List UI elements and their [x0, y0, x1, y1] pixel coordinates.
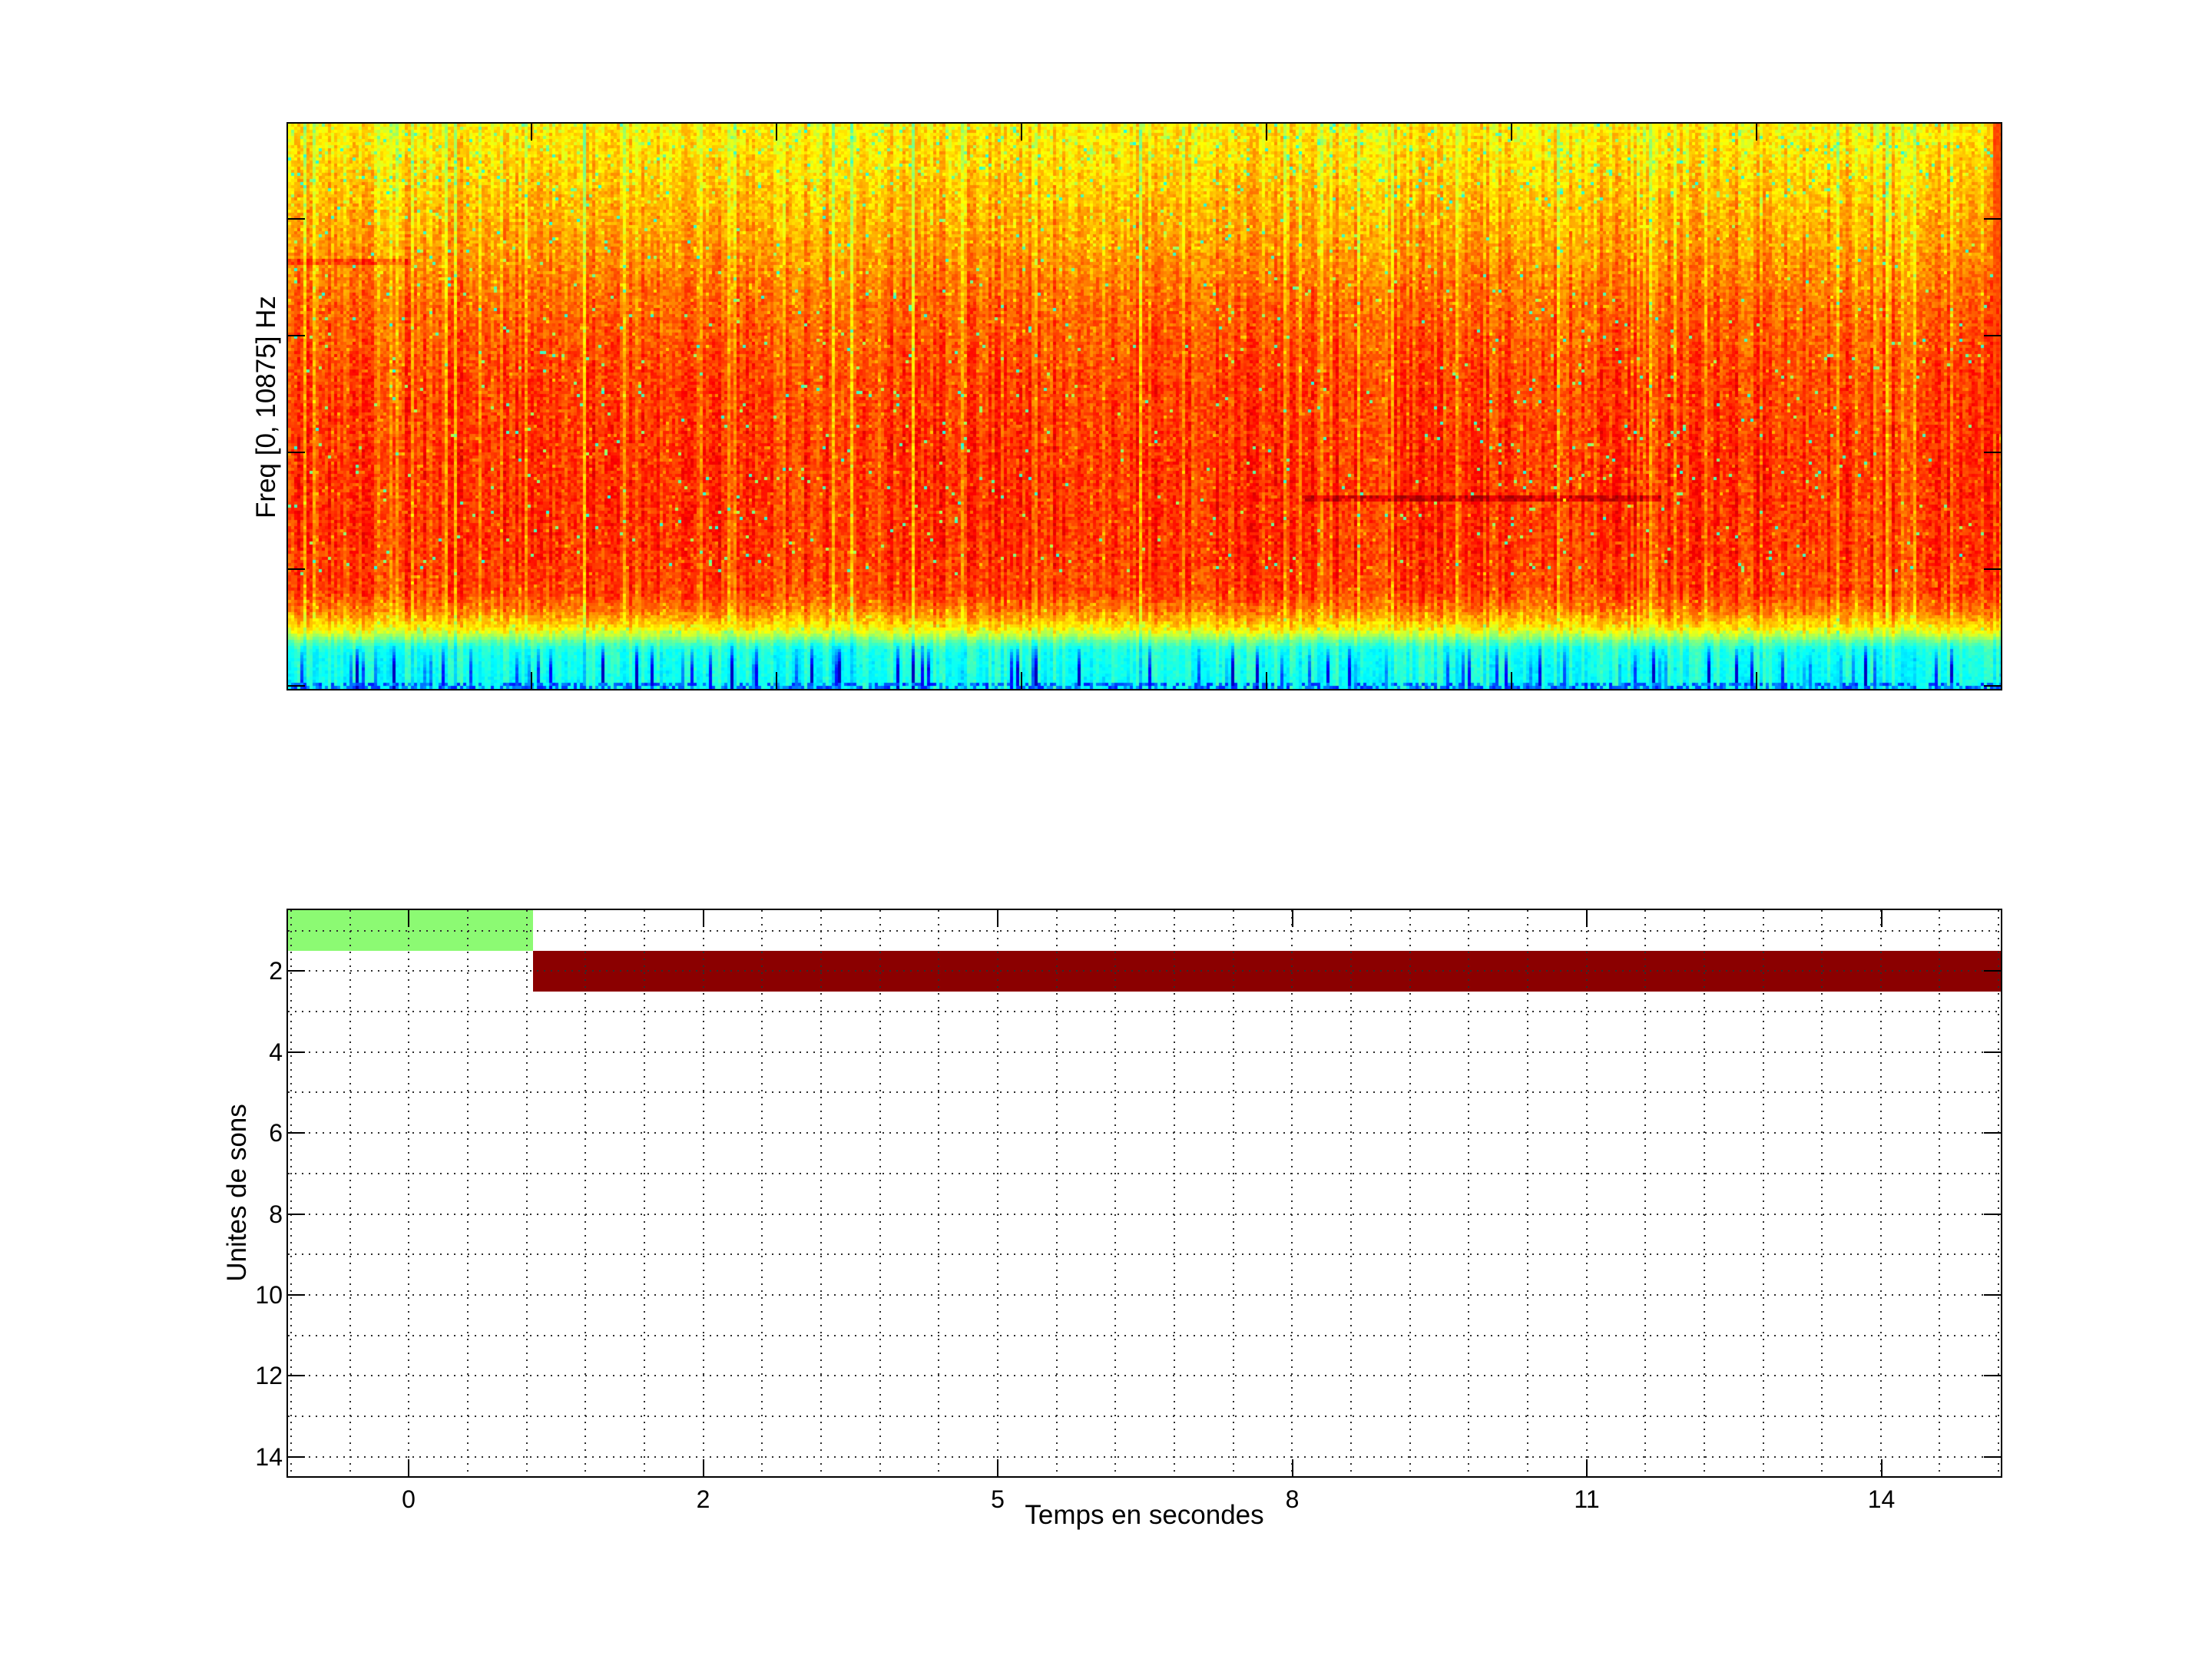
- act-left-tick-1: [288, 1051, 305, 1053]
- spec-right-tick-4: [1984, 685, 2001, 687]
- act-top-tick-4: [1586, 910, 1588, 927]
- act-left-tick-6: [288, 1455, 305, 1458]
- act-right-tick-1: [1984, 1051, 2001, 1053]
- spec-left-tick-3: [288, 568, 305, 570]
- spec-top-tick-4: [1511, 124, 1512, 141]
- axis-tick-layer: [288, 910, 2001, 1476]
- spec-bottom-tick-4: [1511, 672, 1512, 689]
- act-top-tick-5: [1880, 910, 1883, 927]
- act-top-tick-0: [408, 910, 409, 927]
- y-tick-label-1: 4: [269, 1038, 283, 1066]
- x-tick-label-1: 2: [696, 1485, 710, 1513]
- y-tick-label-2: 6: [269, 1119, 283, 1147]
- act-left-tick-5: [288, 1375, 305, 1377]
- spec-bottom-tick-1: [776, 672, 777, 689]
- act-right-tick-6: [1984, 1455, 2001, 1458]
- spec-top-tick-0: [531, 124, 532, 141]
- act-bottom-tick-5: [1880, 1459, 1883, 1476]
- x-tick-label-5: 14: [1867, 1485, 1896, 1513]
- spec-top-tick-3: [1266, 124, 1267, 141]
- x-tick-label-3: 8: [1285, 1485, 1300, 1513]
- x-tick-label-4: 11: [1574, 1485, 1600, 1513]
- act-left-tick-4: [288, 1293, 305, 1296]
- act-right-tick-4: [1984, 1293, 2001, 1296]
- spec-top-tick-1: [776, 124, 777, 141]
- spec-right-tick-3: [1984, 568, 2001, 570]
- act-top-tick-1: [702, 910, 704, 927]
- act-left-tick-2: [288, 1132, 305, 1134]
- spec-left-tick-4: [288, 685, 305, 687]
- act-top-tick-3: [1291, 910, 1293, 927]
- y-tick-label-5: 12: [255, 1362, 283, 1390]
- act-top-tick-2: [997, 910, 998, 927]
- spec-bottom-tick-2: [1021, 672, 1022, 689]
- y-tick-label-4: 10: [255, 1280, 283, 1309]
- spec-bottom-tick-0: [531, 672, 532, 689]
- act-bottom-tick-4: [1586, 1459, 1588, 1476]
- spec-right-tick-1: [1984, 335, 2001, 336]
- act-left-tick-3: [288, 1213, 305, 1215]
- act-right-tick-5: [1984, 1375, 2001, 1377]
- y-tick-label-6: 14: [255, 1442, 283, 1471]
- spec-bottom-tick-3: [1266, 672, 1267, 689]
- act-right-tick-2: [1984, 1132, 2001, 1134]
- spectrogram-ylabel: Freq [0, 10875] Hz: [251, 296, 281, 518]
- spec-left-tick-1: [288, 335, 305, 336]
- spec-bottom-tick-5: [1756, 672, 1757, 689]
- act-bottom-tick-1: [702, 1459, 704, 1476]
- spec-right-tick-2: [1984, 452, 2001, 453]
- spec-left-tick-2: [288, 452, 305, 453]
- y-tick-label-3: 8: [269, 1200, 283, 1228]
- spec-top-tick-2: [1021, 124, 1022, 141]
- act-right-tick-0: [1984, 970, 2001, 972]
- spec-right-tick-0: [1984, 218, 2001, 220]
- act-bottom-tick-3: [1291, 1459, 1293, 1476]
- act-left-tick-0: [288, 970, 305, 972]
- act-bottom-tick-0: [408, 1459, 409, 1476]
- x-tick-label-0: 0: [402, 1485, 416, 1513]
- matlab-figure: Freq [0, 10875] Hz Unites de sons 2 4 6 8 10…: [0, 0, 2212, 1659]
- spectrogram-tick-layer: [288, 124, 2001, 689]
- units-plot: [286, 909, 2002, 1478]
- spectrogram-plot: [286, 122, 2002, 690]
- act-bottom-tick-2: [997, 1459, 998, 1476]
- spec-left-tick-0: [288, 218, 305, 220]
- act-right-tick-3: [1984, 1213, 2001, 1215]
- spec-top-tick-5: [1756, 124, 1757, 141]
- y-tick-label-0: 2: [269, 957, 283, 985]
- units-xlabel: Temps en secondes: [1025, 1500, 1264, 1530]
